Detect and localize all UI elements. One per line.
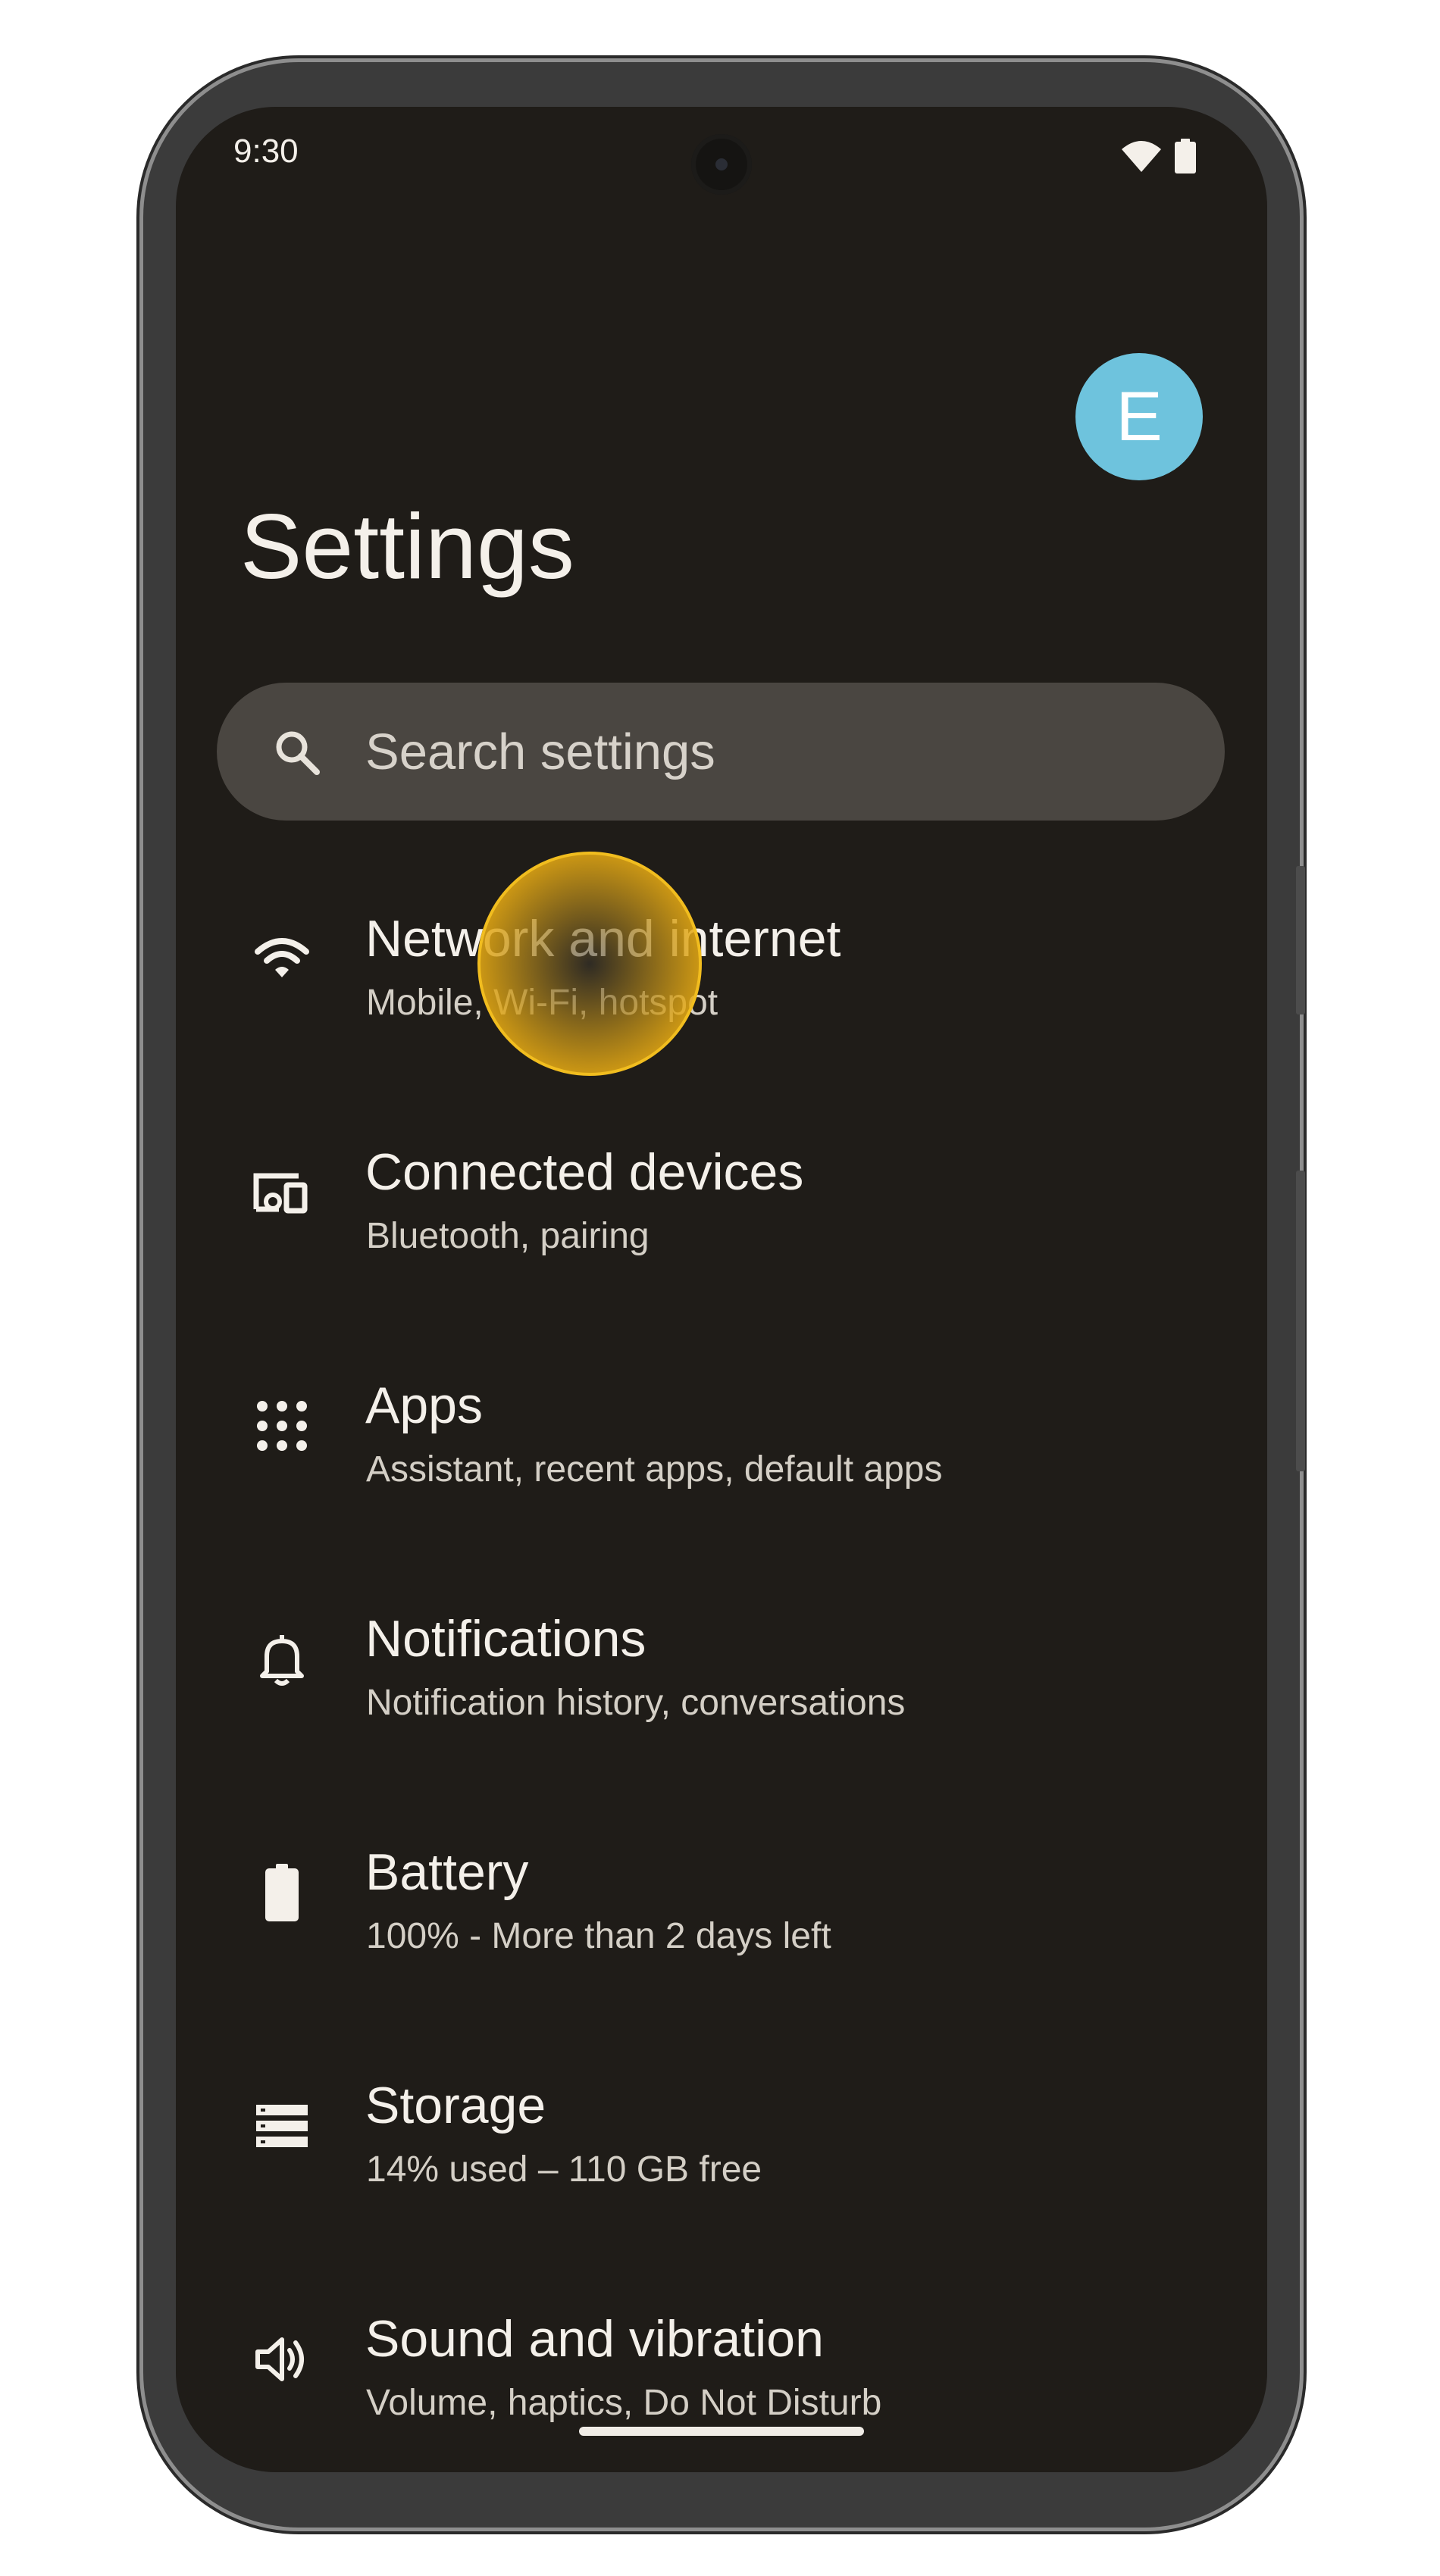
setting-title: Apps [365, 1377, 483, 1434]
setting-apps[interactable]: Apps Assistant, recent apps, default app… [176, 1331, 1267, 1558]
status-icons [1122, 139, 1196, 174]
setting-title: Connected devices [365, 1143, 804, 1201]
setting-title: Battery [365, 1843, 529, 1901]
front-camera [691, 134, 752, 195]
setting-title: Network and internet [365, 910, 841, 968]
setting-battery[interactable]: Battery 100% - More than 2 days left [176, 1798, 1267, 2025]
setting-subtitle: Notification history, conversations [366, 1683, 906, 1723]
setting-subtitle: Mobile, Wi-Fi, hotspot [366, 983, 718, 1023]
power-button [1296, 866, 1305, 1014]
search-bar[interactable] [217, 683, 1225, 821]
volume-icon [255, 2337, 304, 2381]
setting-sound[interactable]: Sound and vibration Volume, haptics, Do … [176, 2265, 1267, 2472]
setting-storage[interactable]: Storage 14% used – 110 GB free [176, 2031, 1267, 2259]
setting-subtitle: Volume, haptics, Do Not Disturb [366, 2383, 882, 2423]
search-icon [276, 731, 320, 775]
search-input[interactable] [365, 683, 1199, 821]
account-avatar[interactable]: E [1075, 353, 1203, 480]
setting-title: Storage [365, 2077, 546, 2134]
setting-title: Sound and vibration [365, 2310, 824, 2368]
setting-subtitle: 14% used – 110 GB free [366, 2149, 762, 2190]
bell-icon [260, 1635, 304, 1686]
wifi-icon [1122, 141, 1161, 172]
setting-title: Notifications [365, 1610, 646, 1668]
status-time: 9:30 [233, 133, 299, 170]
setting-notifications[interactable]: Notifications Notification history, conv… [176, 1565, 1267, 1792]
setting-connected-devices[interactable]: Connected devices Bluetooth, pairing [176, 1098, 1267, 1325]
screen: 9:30 E Settings Network and internet Mob… [176, 107, 1267, 2472]
setting-subtitle: Assistant, recent apps, default apps [366, 1449, 943, 1490]
setting-subtitle: 100% - More than 2 days left [366, 1916, 831, 1956]
battery-icon [265, 1864, 299, 1921]
volume-button [1296, 1171, 1305, 1471]
wifi-icon [255, 938, 309, 977]
gesture-nav-handle[interactable] [579, 2427, 864, 2436]
page-title: Settings [240, 495, 574, 598]
apps-grid-icon [257, 1401, 307, 1451]
setting-network[interactable]: Network and internet Mobile, Wi-Fi, hots… [176, 864, 1267, 1092]
storage-icon [256, 2105, 308, 2147]
battery-icon [1175, 139, 1196, 174]
devices-icon [253, 1173, 308, 1214]
setting-subtitle: Bluetooth, pairing [366, 1216, 650, 1256]
